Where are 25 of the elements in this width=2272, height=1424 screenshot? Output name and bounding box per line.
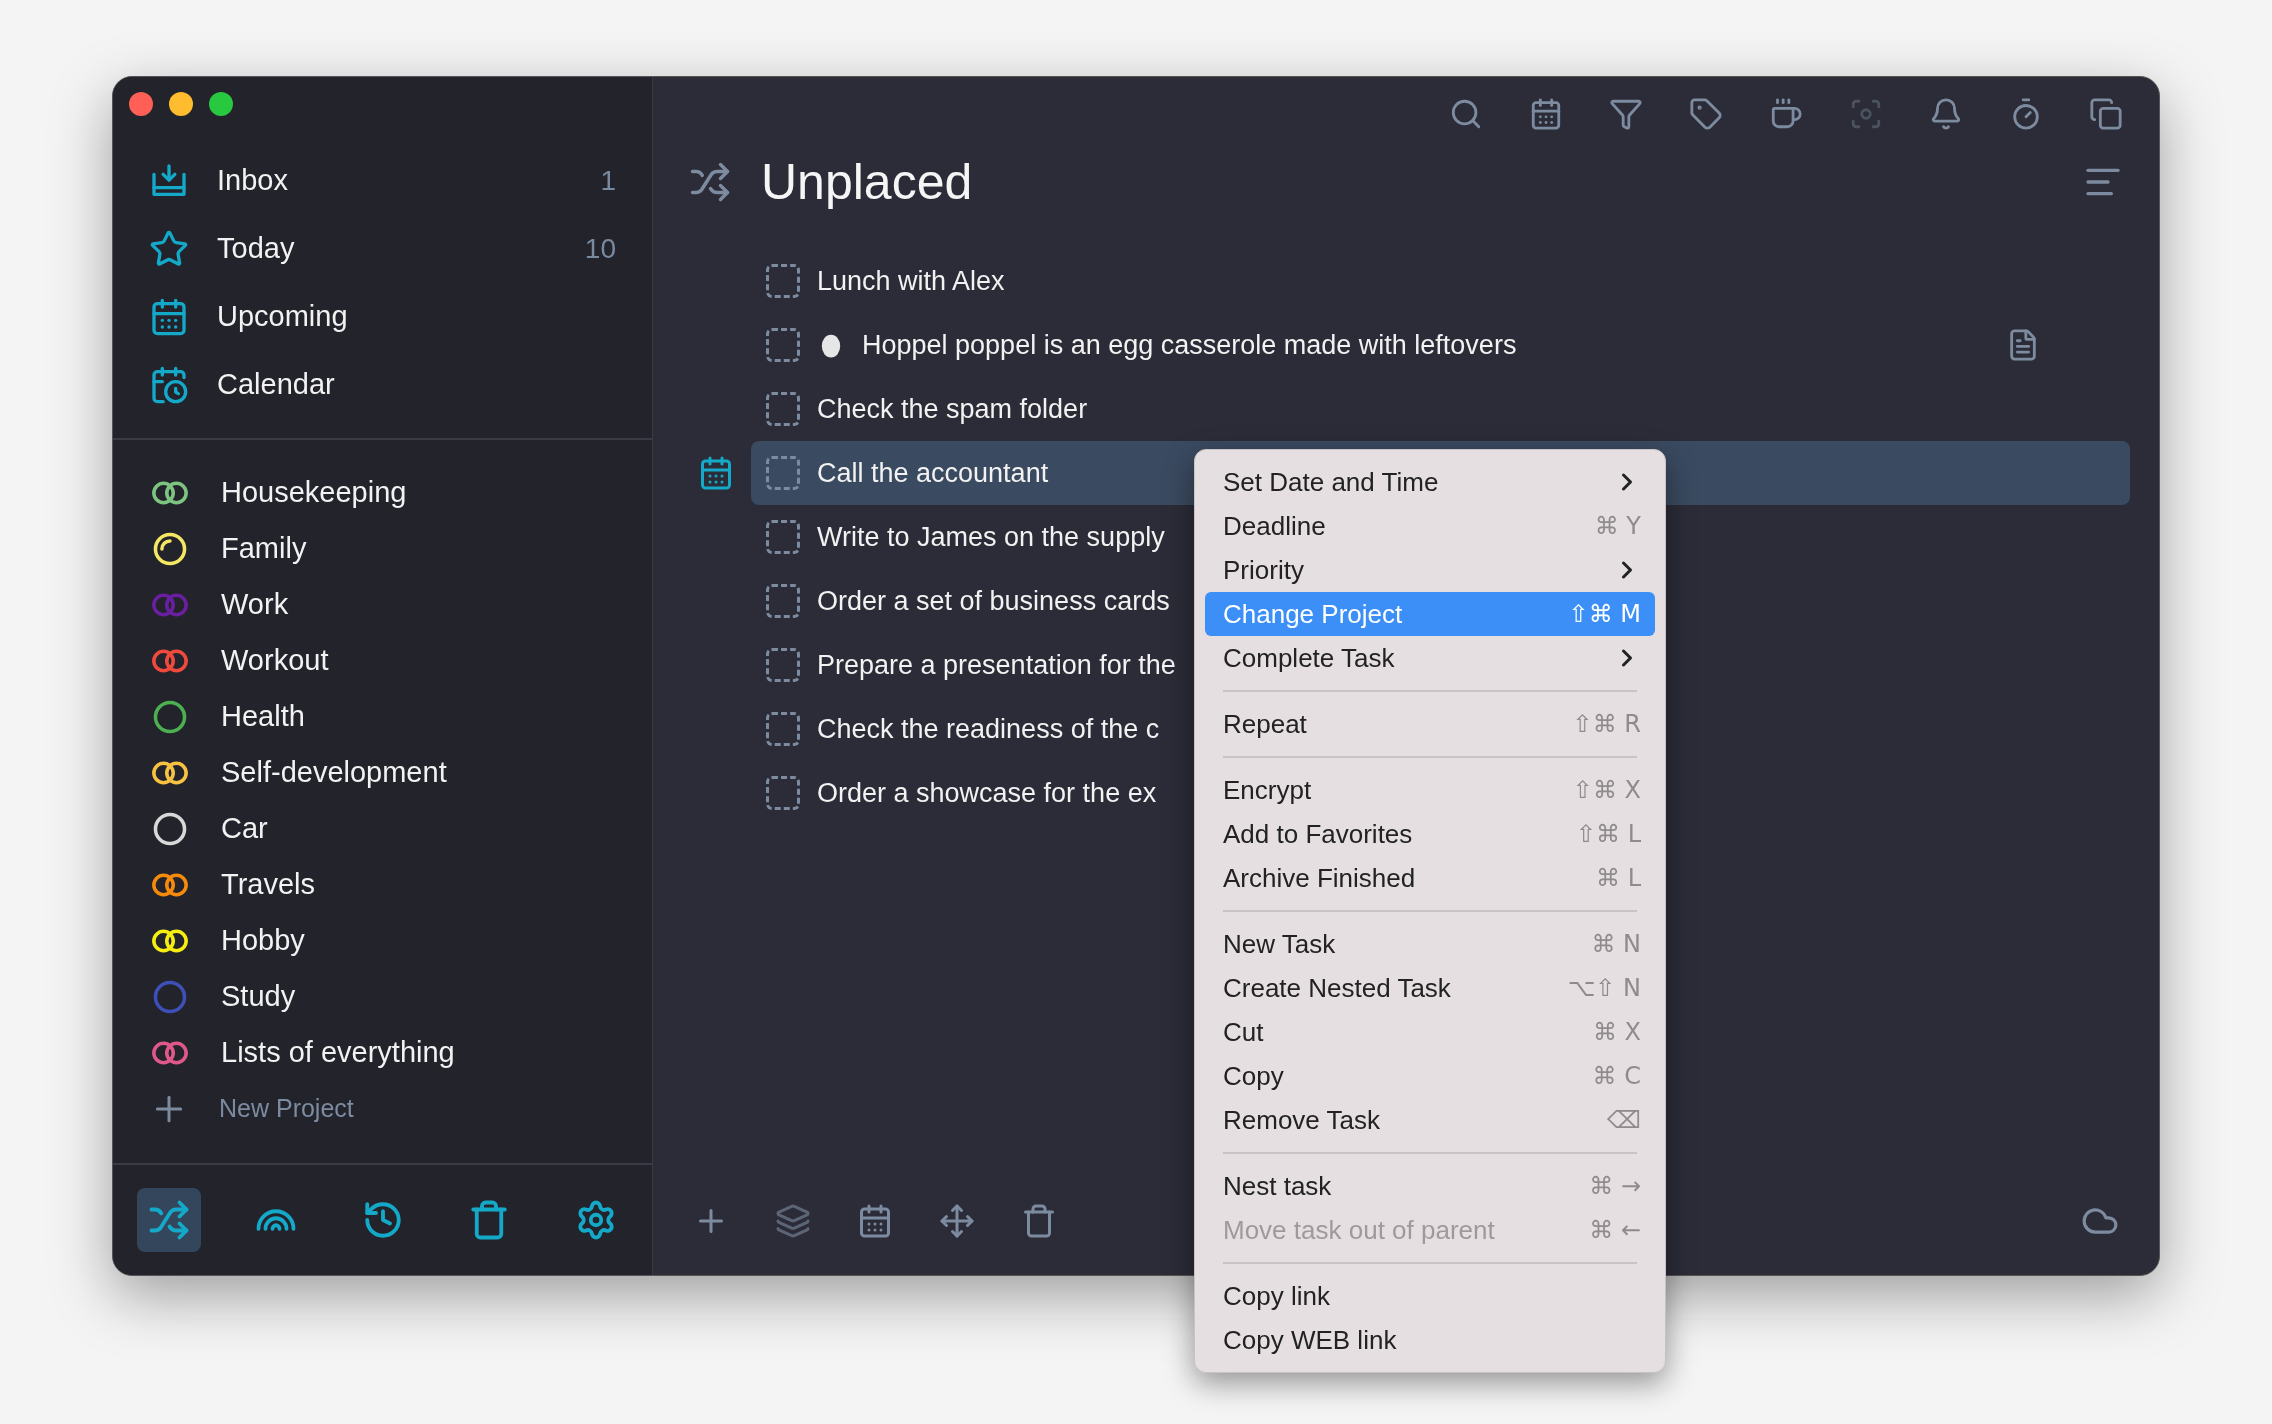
- shortcut-label: ⌘ →: [1589, 1171, 1641, 1202]
- shortcut-label: ⇧⌘ X: [1572, 775, 1641, 806]
- task-title: Hoppel poppel is an egg casserole made with leftovers: [862, 328, 1517, 362]
- task-title: Prepare a presentation for the: [817, 648, 1176, 682]
- shortcut-label: ⌘ ←: [1589, 1215, 1641, 1246]
- page-title: Unplaced: [761, 152, 974, 212]
- shortcut-label: ⌥⇧ N: [1567, 973, 1641, 1004]
- shortcut-label: ⌫: [1607, 1105, 1641, 1136]
- task-title: Write to James on the supply: [817, 520, 1165, 554]
- task-title: Call the accountant: [817, 456, 1049, 490]
- shortcut-label: ⇧⌘ R: [1572, 709, 1641, 740]
- shortcut-label: ⇧⌘ M: [1568, 599, 1641, 630]
- item-count: 1: [600, 164, 616, 198]
- shortcut-label: ⌘ N: [1591, 929, 1641, 960]
- shortcut-label: ⌘ Y: [1594, 511, 1641, 542]
- task-title: Check the spam folder: [817, 392, 1088, 426]
- task-title: Order a set of business cards: [817, 584, 1170, 618]
- shortcut-label: ⌘ C: [1592, 1061, 1641, 1092]
- shortcut-label: ⌘ X: [1592, 1017, 1641, 1048]
- shortcut-label: ⇧⌘ L: [1575, 819, 1641, 850]
- item-count: 10: [584, 232, 616, 266]
- shortcut-label: ⌘ L: [1596, 863, 1641, 894]
- task-title: Check the readiness of the c: [817, 712, 1160, 746]
- task-title: Lunch with Alex: [817, 264, 1005, 298]
- task-title: Order a showcase for the ex: [817, 776, 1157, 810]
